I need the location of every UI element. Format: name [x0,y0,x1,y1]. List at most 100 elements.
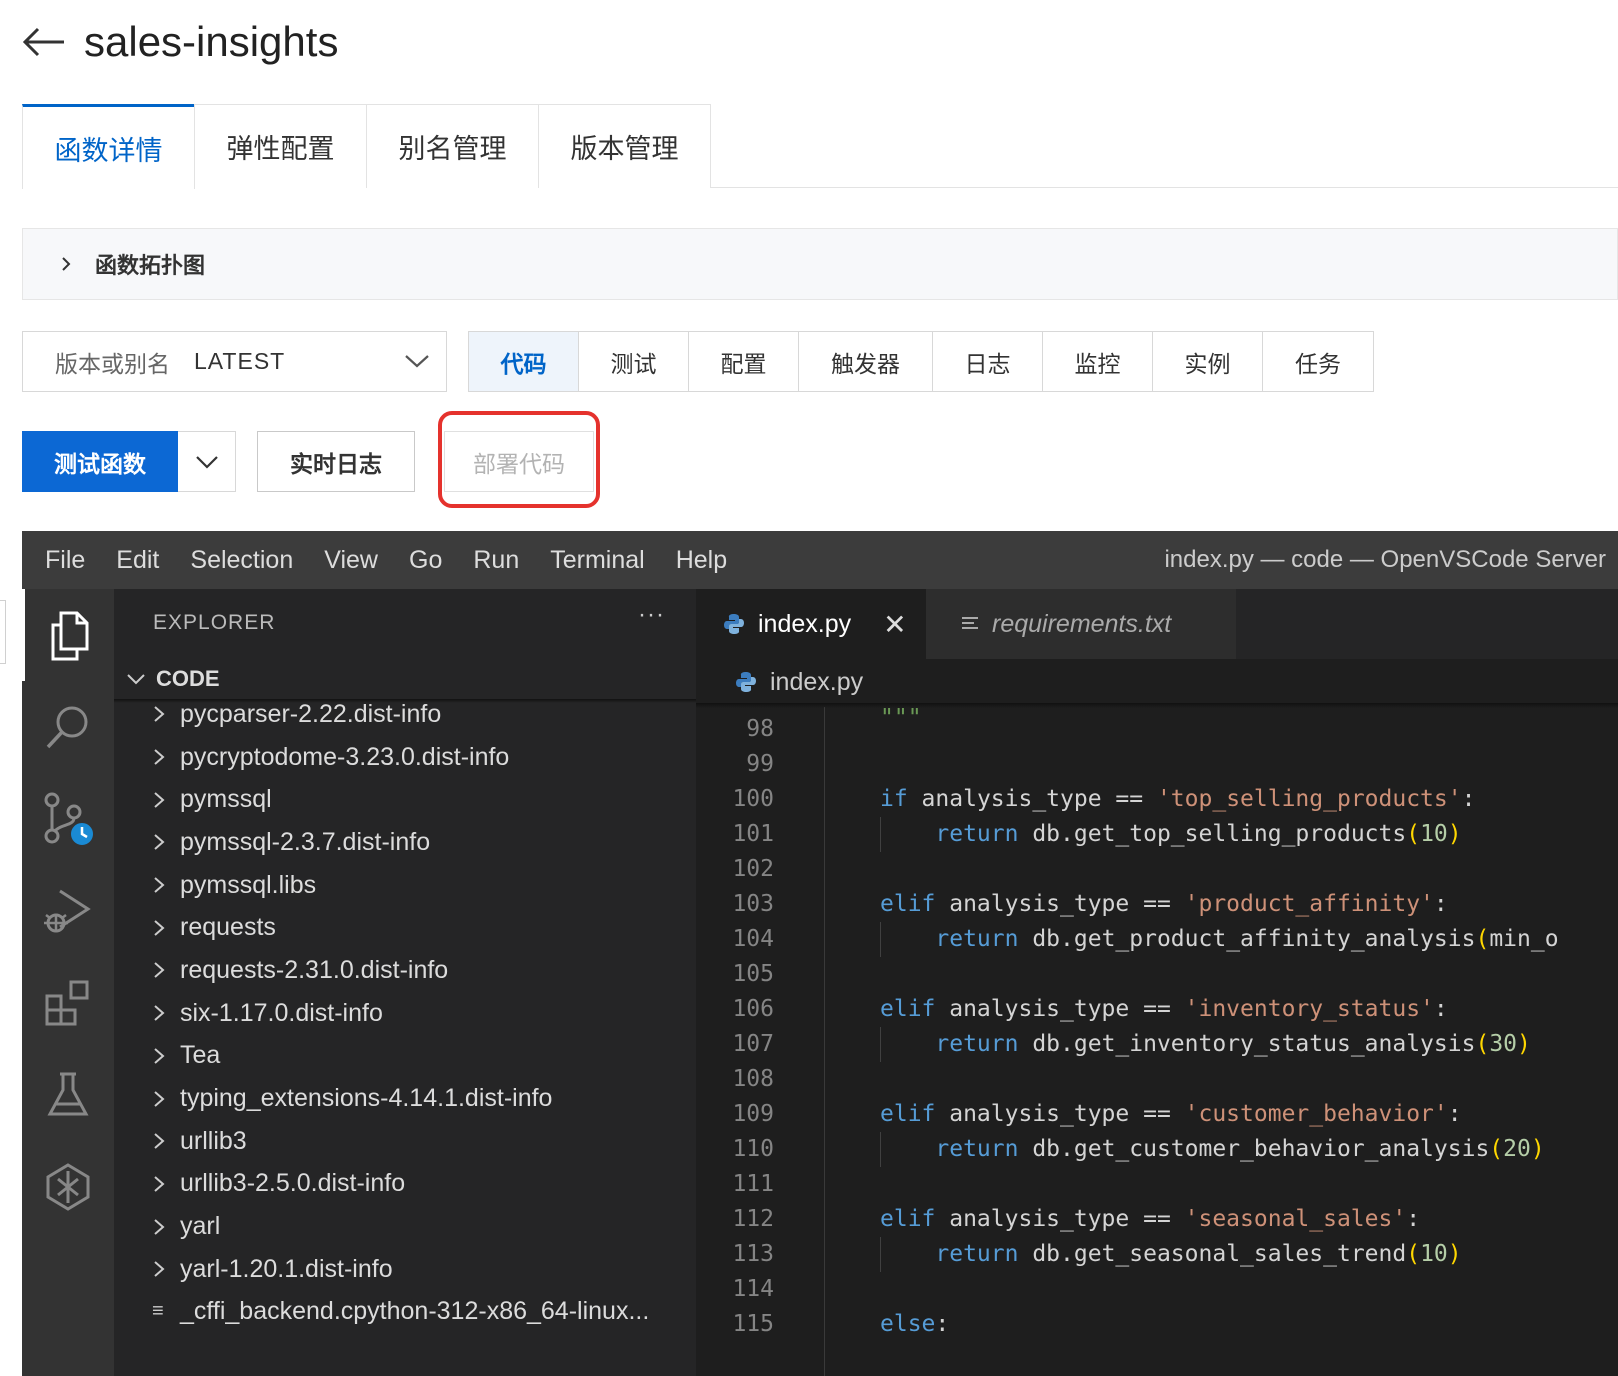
line-number: 99 [746,751,774,777]
tree-item-label: yarl-1.20.1.dist-info [180,1254,393,1283]
tab-function-details[interactable]: 函数详情 [22,104,195,189]
tree-item-label: pymssql [180,785,272,814]
code-token: ) [1517,1031,1531,1057]
code-text: if analysis_type == 'top_selling_product… [880,782,1475,817]
tree-item[interactable]: yarl-1.20.1.dist-info [114,1248,696,1291]
breadcrumb[interactable]: index.py [696,659,1618,705]
back-arrow-icon[interactable] [22,19,68,65]
tree-item[interactable]: pymssql [114,778,696,821]
tree-item[interactable]: ≡ _cffi_backend.cpython-312-x86_64-linux.… [114,1291,696,1334]
more-actions-icon[interactable]: ··· [638,601,665,629]
tree-item-label: urllib3-2.5.0.dist-info [180,1169,406,1198]
code-token: elif [880,1101,936,1127]
page-header: sales-insights [22,12,338,72]
subtab-monitoring[interactable]: 监控 [1043,332,1153,391]
subtab-instances[interactable]: 实例 [1153,332,1263,391]
run-debug-icon[interactable] [22,865,114,957]
line-number: 113 [732,1241,774,1267]
editor-tab-index-py[interactable]: index.py ✕ [696,589,926,659]
code-token: analysis_type == [935,891,1185,917]
settings-sync-icon[interactable] [22,1141,114,1233]
menu-bar: File Edit Selection View Go Run Terminal… [22,531,1618,589]
code-token: : [1461,786,1476,812]
close-icon[interactable]: ✕ [883,608,906,641]
code-token: : [1447,1101,1462,1127]
activity-bar [22,589,114,1376]
chevron-right-icon [154,1218,165,1235]
code-token: return [935,1241,1019,1267]
code-token: : [1433,996,1448,1022]
code-token: ( [1406,1241,1421,1267]
chevron-right-icon [154,962,165,979]
tree-item[interactable]: pymssql.libs [114,864,696,907]
code-text: return db.get_customer_behavior_analysis… [880,1132,1544,1167]
code-text: return db.get_seasonal_sales_trend(10) [880,1237,1461,1272]
subtab-test[interactable]: 测试 [579,332,689,391]
subtab-tasks[interactable]: 任务 [1263,332,1373,391]
code-line: 108 [696,1062,1618,1097]
tree-item[interactable]: requests [114,906,696,949]
extensions-icon[interactable] [22,957,114,1049]
subtab-logs[interactable]: 日志 [933,332,1043,391]
vscode-window: File Edit Selection View Go Run Terminal… [22,531,1618,1376]
search-icon[interactable] [22,681,114,773]
editor-tab-requirements[interactable]: requirements.txt [926,589,1236,659]
test-function-button[interactable]: 测试函数 [22,431,178,492]
code-token: 'top_selling_products' [1156,786,1462,812]
side-handle[interactable] [0,600,6,664]
tree-item[interactable]: six-1.17.0.dist-info [114,992,696,1035]
tree-item[interactable]: pymssql-2.3.7.dist-info [114,821,696,864]
code-token: else [880,1311,936,1337]
version-alias-select[interactable]: 版本或别名 LATEST [22,331,447,392]
code-line: 110 return db.get_customer_behavior_anal… [696,1132,1618,1167]
tree-item[interactable]: requests-2.31.0.dist-info [114,949,696,992]
code-token: elif [880,1206,936,1232]
subtab-code[interactable]: 代码 [469,332,579,391]
tree-item[interactable]: urllib3-2.5.0.dist-info [114,1163,696,1206]
code-token: db.get_top_selling_products [1018,821,1407,847]
code-token: ( [1475,926,1490,952]
explorer-icon[interactable] [22,589,114,681]
line-number: 114 [732,1276,774,1302]
topology-panel[interactable]: 函数拓扑图 [22,228,1618,300]
tree-item-label: requests-2.31.0.dist-info [180,955,449,984]
code-editor[interactable]: """ 98 99 100 if analysis_type == 'top_sell… [696,707,1618,1376]
code-text: elif analysis_type == 'customer_behavior… [880,1097,1462,1132]
code-token: analysis_type == [935,1101,1185,1127]
menu-selection[interactable]: Selection [190,546,293,575]
menu-file[interactable]: File [45,546,85,575]
code-token: elif [880,891,936,917]
testing-icon[interactable] [22,1049,114,1141]
menu-view[interactable]: View [324,546,378,575]
source-control-icon[interactable] [22,773,114,865]
menu-help[interactable]: Help [676,546,727,575]
breadcrumb-file: index.py [770,667,864,696]
tab-alias-management[interactable]: 别名管理 [366,104,539,188]
tree-item[interactable]: typing_extensions-4.14.1.dist-info [114,1077,696,1120]
menu-terminal[interactable]: Terminal [550,546,644,575]
code-token: : [1406,1206,1421,1232]
code-token: : [1433,891,1448,917]
subtab-triggers[interactable]: 触发器 [799,332,933,391]
test-options-dropdown[interactable] [178,431,236,492]
realtime-log-button[interactable]: 实时日志 [257,431,415,492]
menu-go[interactable]: Go [409,546,442,575]
menu-run[interactable]: Run [473,546,519,575]
tree-item[interactable]: yarl [114,1205,696,1248]
tab-elastic-config[interactable]: 弹性配置 [194,104,367,188]
subtab-config[interactable]: 配置 [689,332,799,391]
chevron-down-icon [405,355,429,368]
code-line: 101 return db.get_top_selling_products(1… [696,817,1618,852]
tree-item[interactable]: urllib3 [114,1120,696,1163]
tab-version-management[interactable]: 版本管理 [538,104,711,188]
code-text: elif analysis_type == 'product_affinity'… [880,887,1448,922]
tree-item[interactable]: pycryptodome-3.23.0.dist-info [114,736,696,779]
code-token: return [935,1031,1019,1057]
code-line: 102 [696,852,1618,887]
chevron-right-icon [154,1133,165,1149]
tree-item[interactable]: Tea [114,1035,696,1078]
chevron-right-icon [154,920,165,936]
menu-edit[interactable]: Edit [116,546,159,575]
code-line: 105 [696,957,1618,992]
chevron-right-icon [154,1005,165,1021]
